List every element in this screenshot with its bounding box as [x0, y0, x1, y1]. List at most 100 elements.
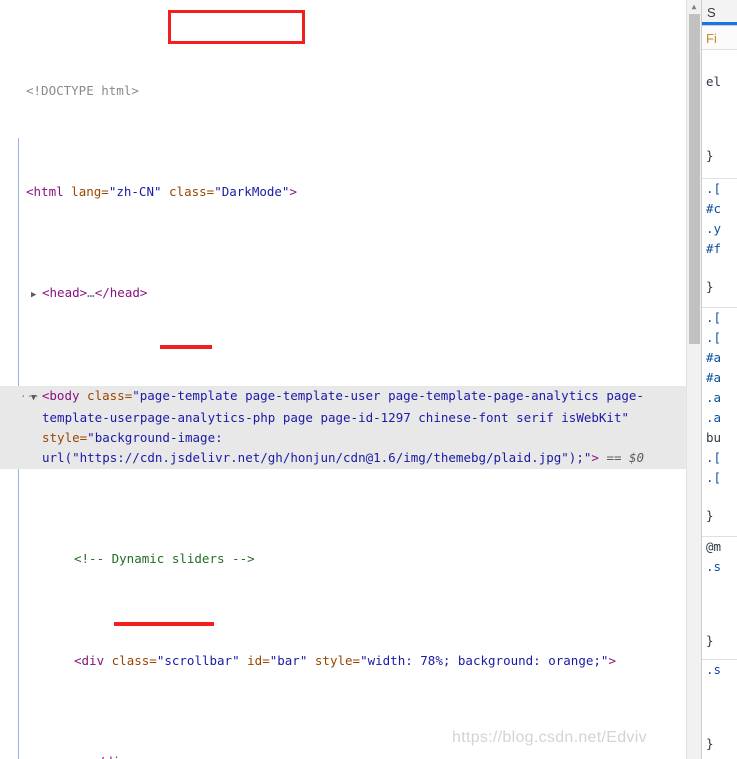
- css-line-18[interactable]: .s: [702, 557, 737, 577]
- css-line-2[interactable]: .[: [702, 179, 737, 199]
- scrollbar-style-attr: style: [314, 652, 353, 668]
- css-line-1: }: [706, 148, 714, 163]
- tree-row-div-scrollbar[interactable]: <div class="scrollbar" id="bar" style="w…: [0, 651, 701, 671]
- scrollbar-id-value: "bar": [269, 652, 308, 668]
- css-line-10[interactable]: #a: [702, 368, 737, 388]
- scrollbar-div-tag: div: [81, 652, 105, 668]
- sb-open: <: [74, 652, 82, 668]
- css-gap-5: [702, 613, 737, 631]
- css-line-16: }: [706, 508, 714, 523]
- body-style-value-b: themebg/plaid.jpg");": [433, 450, 592, 466]
- css-line-3[interactable]: #c: [702, 199, 737, 219]
- css-line-5[interactable]: #f: [702, 239, 737, 259]
- sp3: [80, 388, 88, 403]
- eq5: =: [149, 652, 157, 668]
- head-open: <: [42, 284, 50, 300]
- selected-node-marker: == $0: [606, 450, 645, 466]
- css-gap-7: [702, 698, 737, 716]
- scroll-up-arrow-icon[interactable]: ▲: [687, 0, 701, 13]
- sp7: [307, 653, 315, 668]
- html-lang-attr: lang: [71, 183, 102, 199]
- body-class-value-a: "page-template page-template-user page-t…: [132, 387, 644, 403]
- css-line-14[interactable]: .[: [702, 448, 737, 468]
- eq7: =: [352, 652, 361, 668]
- css-line-8[interactable]: .[: [702, 328, 737, 348]
- tree-row-comment-dynamic-sliders[interactable]: <!-- Dynamic sliders -->: [0, 549, 701, 569]
- styles-filter-input[interactable]: Fi: [702, 26, 737, 50]
- body-tag-name: body: [49, 387, 80, 403]
- body-style-value-a: "background-image: url("https://cdn.jsde…: [42, 430, 434, 466]
- scrollbar-style-value: "width: 78%; background: orange;": [360, 652, 609, 668]
- css-gap-0: [702, 92, 737, 110]
- sbc-gt: >: [128, 754, 136, 759]
- scrollbar-div-close-tag: div: [105, 754, 128, 759]
- tree-row-head[interactable]: <head>…</head>: [0, 283, 701, 305]
- devtools-window: <!DOCTYPE html> <html lang="zh-CN" class…: [0, 0, 737, 759]
- css-gap-2: [702, 488, 737, 506]
- css-line-17[interactable]: @m: [702, 537, 737, 557]
- css-line-11[interactable]: .a: [702, 388, 737, 408]
- css-gap-4: [702, 595, 737, 613]
- sb-gt: >: [608, 652, 616, 668]
- css-line-19: }: [706, 633, 714, 648]
- sp2: [162, 184, 170, 199]
- comment-dynamic-sliders: <!-- Dynamic sliders -->: [74, 551, 255, 567]
- styles-tabbar[interactable]: S: [702, 0, 737, 26]
- html-open-bracket: <: [26, 183, 34, 199]
- css-line-13[interactable]: bu: [702, 428, 737, 448]
- html-tag-name: html: [33, 183, 64, 199]
- scrollbar-class-attr: class: [111, 652, 150, 668]
- css-line-15[interactable]: .[: [702, 468, 737, 488]
- head-tag-close-name: head: [109, 284, 140, 300]
- watermark-text: https://blog.csdn.net/Edviv: [452, 729, 647, 746]
- chevron-down-icon[interactable]: [31, 388, 41, 408]
- annotation-underline-content: [114, 622, 214, 626]
- html-close-bracket: >: [289, 183, 297, 199]
- tree-row-html[interactable]: <html lang="zh-CN" class="DarkMode">: [0, 182, 701, 202]
- html-class-attr: class: [169, 183, 207, 199]
- css-gap-8: [702, 716, 737, 734]
- sp6: [240, 653, 248, 668]
- doctype-text: <!DOCTYPE html>: [26, 82, 139, 98]
- eq6: =: [262, 652, 270, 668]
- scrollbar-id-attr: id: [247, 652, 263, 668]
- eq1: =: [101, 183, 109, 199]
- css-gap-0b: [702, 110, 737, 128]
- sbc-open: </: [90, 754, 105, 759]
- tree-row-div-scrollbar-close[interactable]: </div>: [0, 752, 701, 759]
- css-line-0[interactable]: el: [702, 72, 737, 92]
- css-gap-1: [702, 259, 737, 277]
- dom-tree[interactable]: <!DOCTYPE html> <html lang="zh-CN" class…: [0, 0, 701, 759]
- html-class-value: "DarkMode": [214, 183, 290, 199]
- head-close: </: [94, 284, 110, 300]
- elements-panel[interactable]: <!DOCTYPE html> <html lang="zh-CN" class…: [0, 0, 701, 759]
- scrollbar-class-value: "scrollbar": [156, 652, 240, 668]
- active-tab-indicator: [702, 22, 737, 25]
- head-tag-name: head: [49, 284, 80, 300]
- styles-panel[interactable]: S Fi el } .[ #c .y #f } .[ .[ #a #a .a .…: [701, 0, 737, 759]
- scrollbar-thumb[interactable]: [689, 14, 700, 344]
- tree-row-body-selected[interactable]: ···<body class="page-template page-templ…: [0, 385, 701, 469]
- annotation-underline-page: [160, 345, 212, 349]
- elements-scrollbar[interactable]: ▲: [686, 0, 701, 759]
- head-ellipsis: …: [87, 284, 95, 300]
- html-lang-value: "zh-CN": [108, 183, 162, 199]
- css-line-6: }: [706, 279, 714, 294]
- tab-styles[interactable]: S: [707, 3, 716, 23]
- head-close-gt: >: [139, 284, 148, 300]
- sp5: [104, 653, 112, 668]
- css-line-12[interactable]: .a: [702, 408, 737, 428]
- css-line-20[interactable]: .s: [702, 660, 737, 680]
- chevron-right-icon[interactable]: [31, 285, 41, 305]
- body-class-value-b: template-userpage-analytics-php page pag…: [42, 410, 629, 426]
- css-line-7[interactable]: .[: [702, 308, 737, 328]
- css-line-9[interactable]: #a: [702, 348, 737, 368]
- body-style-attr: style: [42, 430, 80, 446]
- css-line-4[interactable]: .y: [702, 219, 737, 239]
- body-close-gt: >: [591, 450, 599, 466]
- css-line-21: }: [706, 736, 714, 751]
- css-gap-6: [702, 680, 737, 698]
- css-gap-3: [702, 577, 737, 595]
- body-class-attr: class: [87, 387, 125, 403]
- tree-row-doctype[interactable]: <!DOCTYPE html>: [0, 81, 701, 101]
